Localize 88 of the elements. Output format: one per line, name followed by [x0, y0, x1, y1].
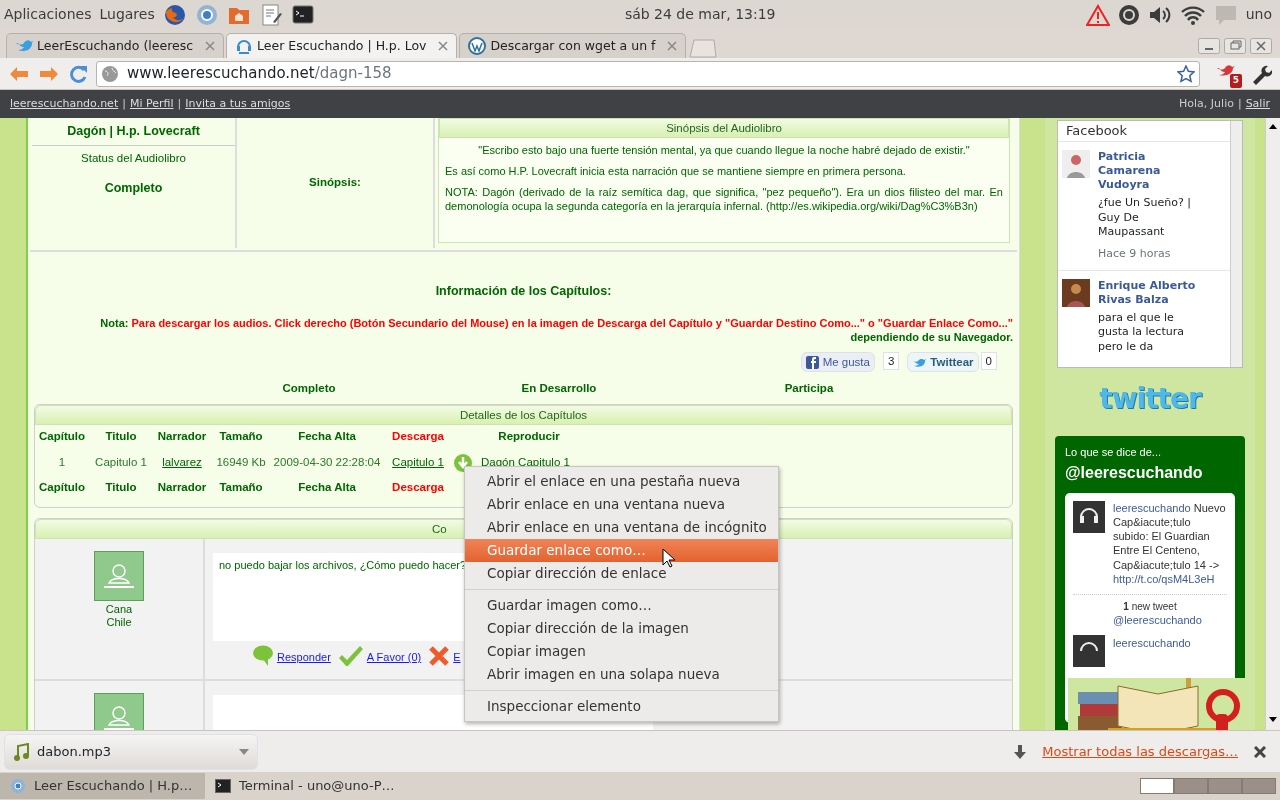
logout-link[interactable]: Salir: [1245, 95, 1270, 113]
post-time: Hace 9 horas: [1098, 247, 1172, 262]
user-country: Chile: [105, 617, 133, 628]
tweet-text: leerescuchando Nuevo Cap&iacute;tulo subido: El Guardian Entre El Centeno, Cap&iacute;tulo 14 -> http://t.co/qsM4L3eH: [1113, 500, 1227, 587]
synopsis-paragraph: NOTA: Dagón (derivado de la raíz semítica dag, que significa, "pez pequeño"). Era un dios filisteo del mar. En demonología ocupa la segunda categoría en la jerarquía infernal. (http://es.wikipedia.org/wiki/Dag%C3%B3n): [445, 186, 1003, 213]
column-header: Fecha Alta: [297, 429, 357, 445]
book-status: Completo: [103, 180, 164, 197]
menu-item[interactable]: Copiar dirección de enlace: [465, 562, 778, 585]
menu-item[interactable]: Abrir el enlace en una pestaña nueva: [465, 470, 778, 493]
divider-text: |: [122, 95, 126, 112]
column-header: Descarga: [391, 429, 445, 445]
nav-link[interactable]: Invita a tus amigos: [185, 95, 291, 113]
browser-tab[interactable]: Leer Escuchando | H.p. Lov: [226, 33, 458, 58]
widget-subtitle: Lo que se dice de...: [1065, 445, 1162, 460]
notification-badge: 5: [1229, 74, 1242, 88]
section-header: Sinópsis del Audiolibro: [439, 118, 1009, 138]
column-header: Narrador: [156, 480, 208, 496]
extension-button[interactable]: 5: [1216, 61, 1242, 86]
menu-item[interactable]: Abrir enlace en una ventana nueva: [465, 493, 778, 516]
status-label: Status del Audiolibro: [80, 150, 187, 166]
status-tab[interactable]: En Desarrollo: [434, 380, 684, 398]
menu-item[interactable]: Abrir enlace en una ventana de incógnito: [465, 516, 778, 539]
column-header: Descarga: [391, 480, 445, 496]
tweet-button[interactable]: Twittear: [907, 352, 979, 373]
new-tweets-link[interactable]: 1 new tweet: [1073, 594, 1227, 615]
menu-item[interactable]: Aplicaciones: [4, 4, 92, 25]
column-header: Narrador: [156, 429, 208, 445]
column-header: Tamaño: [218, 429, 264, 445]
menu-item[interactable]: Lugares: [99, 4, 155, 25]
download-item[interactable]: dabon.mp3: [4, 733, 258, 770]
action-link[interactable]: E: [453, 649, 461, 666]
like-count: 3: [882, 352, 900, 371]
menu-item[interactable]: Guardar imagen como…: [465, 594, 778, 617]
table-cell-text: Capitulo 1: [95, 454, 147, 470]
tweet-user[interactable]: leerescuchando: [1113, 635, 1191, 668]
table-link[interactable]: Capitulo 1: [392, 453, 444, 472]
synopsis-paragraph: "Escribo esto bajo una fuerte tensión mental, ya que cuando llegue la noche habré dejado de existir.": [477, 144, 971, 158]
column-header: Titulo: [104, 429, 138, 445]
post-text: ¿fue Un Sueño? | Guy De Maupassant: [1098, 196, 1192, 240]
action-link[interactable]: Responder: [277, 649, 331, 666]
user-name[interactable]: uno: [1245, 4, 1272, 25]
table-link[interactable]: lalvarez: [162, 453, 202, 472]
column-header: Capítulo: [38, 429, 86, 445]
widget-title: Facebook: [1065, 122, 1129, 140]
menu-item[interactable]: Copiar imagen: [465, 640, 778, 663]
user-name[interactable]: Cana: [35, 600, 203, 617]
column-header: Tamaño: [218, 480, 264, 496]
greeting: Hola, Julio: [1179, 95, 1234, 112]
synopsis-label: Sinópsis:: [309, 175, 361, 191]
table-cell-text: 2009-04-30 22:28:04: [273, 454, 381, 470]
clock[interactable]: sáb 24 de mar, 13:19: [624, 4, 776, 25]
widget-title: @leerescuchando: [1065, 462, 1204, 483]
book-title: Dagón | H.p. Lovecraft: [32, 118, 235, 146]
divider-text: |: [1237, 95, 1242, 112]
synopsis-paragraph: Es así como H.P. Lovecraft inicia esta narración que se mantiene siempre en primera persona.: [445, 165, 907, 179]
action-link[interactable]: A Favor (0): [366, 649, 422, 666]
browser-tab[interactable]: Descargar con wget a un f: [459, 33, 687, 58]
divider-text: |: [177, 95, 182, 112]
menu-item[interactable]: Copiar dirección de la imagen: [465, 617, 778, 640]
nav-link[interactable]: leerescuchando.net: [10, 95, 119, 113]
table-cell-text: 1: [58, 454, 66, 470]
taskbar-button[interactable]: Leer Escuchando | H.p…: [0, 773, 205, 799]
show-all-downloads-link[interactable]: Mostrar todas las descargas…: [1042, 741, 1238, 762]
menu-item[interactable]: Abrir imagen en una solapa nueva: [465, 663, 778, 686]
address-bar[interactable]: www.leerescuchando.net/dagn-158: [96, 60, 1200, 87]
section-header: Co: [432, 522, 447, 535]
tweet-link[interactable]: http://t.co/qsM4L3eH: [1113, 573, 1215, 585]
author-link[interactable]: Patricia Camarena Vudoyra: [1098, 149, 1208, 193]
tweet-user[interactable]: leerescuchando: [1113, 501, 1194, 514]
table-cell-text: 16949 Kb: [216, 454, 266, 470]
column-header: Capítulo: [38, 480, 86, 496]
taskbar-button[interactable]: Terminal - uno@uno-P…: [205, 773, 410, 799]
post-text: para el que le gusta la lectura pero le da: [1098, 311, 1185, 355]
column-header: Reproducir: [497, 429, 561, 445]
browser-tab[interactable]: LeerEscuchando (leeresc: [6, 33, 225, 58]
column-header: Fecha Alta: [297, 480, 357, 496]
author-link[interactable]: Enrique Alberto Rivas Balza: [1098, 278, 1208, 308]
section-header: Detalles de los Capítulos: [35, 404, 1012, 425]
status-tab[interactable]: Participa: [684, 380, 934, 398]
tweet-user[interactable]: @leerescuchando: [1073, 614, 1227, 628]
column-header: Titulo: [104, 480, 138, 496]
note-text: Nota: Para descargar los audios. Click derecho (Botón Secundario del Mouse) en la imagen de Descarga del Capítulo y "Guardar Destino Como..." o "Guardar Enlace Como..." dependiendo de su Navegador.: [99, 316, 1013, 345]
menu-item[interactable]: Inspeccionar elemento: [465, 695, 778, 718]
section-heading: Información de los Capítulos:: [434, 283, 613, 300]
like-button[interactable]: Me gusta: [800, 352, 875, 373]
nav-link[interactable]: Mi Perfil: [129, 95, 174, 113]
tweet-count: 0: [980, 352, 997, 371]
status-tab[interactable]: Completo: [184, 380, 434, 398]
